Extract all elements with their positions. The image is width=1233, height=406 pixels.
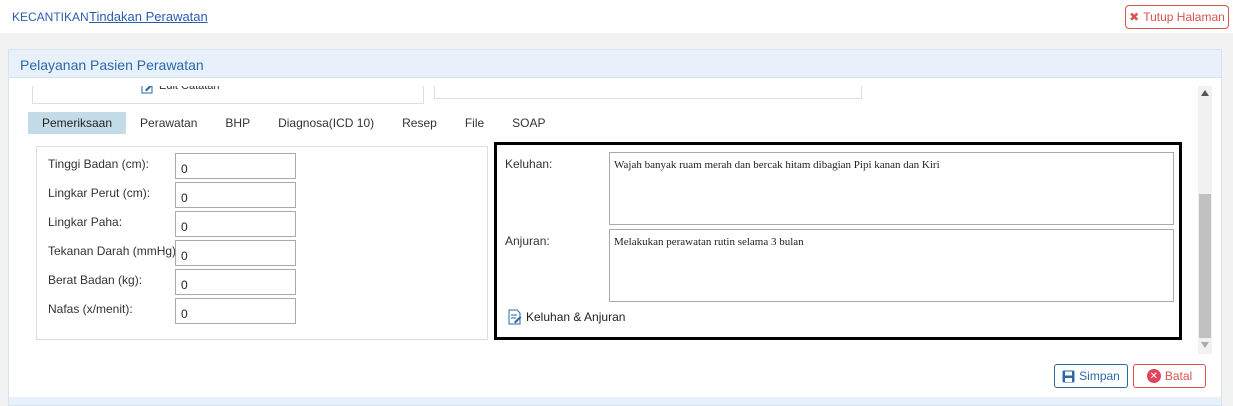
vertical-scrollbar[interactable] [1198, 86, 1212, 354]
edit-notes-label: Edit Catatan [159, 86, 220, 92]
waist-input[interactable]: 0 [175, 182, 296, 208]
cancel-icon: ✕ [1146, 369, 1161, 383]
tab-pemeriksaan[interactable]: Pemeriksaan [28, 112, 127, 134]
complaint-advice-button[interactable]: Keluhan & Anjuran [507, 309, 625, 325]
blood-pressure-label: Tekanan Darah (mmHg): [48, 244, 180, 258]
vital-row-breath: Nafas (x/menit): 0 [48, 298, 488, 324]
exam-tabs: Pemeriksaan Perawatan BHP Diagnosa(ICD 1… [28, 112, 560, 134]
scroll-area[interactable]: Edit Catatan Pemeriksaan Perawatan BHP D… [16, 86, 1198, 354]
vital-row-weight: Berat Badan (kg): 0 [48, 269, 488, 295]
thigh-label: Lingkar Paha: [48, 215, 123, 229]
blood-pressure-input[interactable]: 0 [175, 240, 296, 266]
edit-icon [141, 86, 153, 94]
breadcrumb-root[interactable]: KECANTIKAN [12, 10, 89, 24]
close-page-button[interactable]: ✖ Tutup Halaman [1125, 5, 1229, 29]
scrollbar-thumb[interactable] [1199, 194, 1211, 338]
floppy-disk-icon [1062, 370, 1075, 382]
tab-resep[interactable]: Resep [388, 112, 451, 134]
weight-input[interactable]: 0 [175, 269, 296, 295]
waist-label: Lingkar Perut (cm): [48, 186, 151, 200]
scroll-down-icon[interactable] [1201, 342, 1209, 348]
panel-header: Pelayanan Pasien Perawatan [9, 50, 1221, 78]
cancel-label: Batal [1164, 369, 1193, 383]
breath-input[interactable]: 0 [175, 298, 296, 324]
height-label: Tinggi Badan (cm): [48, 157, 149, 171]
save-button[interactable]: Simpan [1054, 364, 1128, 388]
edit-notes-link[interactable]: Edit Catatan [141, 86, 220, 94]
height-input[interactable]: 0 [175, 153, 296, 179]
vital-row-height: Tinggi Badan (cm): 0 [48, 153, 488, 179]
previous-text-box [434, 86, 862, 99]
vitals-form: Tinggi Badan (cm): 0 Lingkar Perut (cm):… [36, 146, 488, 340]
top-bar: KECANTIKAN Tindakan Perawatan ✖ Tutup Ha… [0, 0, 1233, 33]
complaint-label: Keluhan: [505, 157, 553, 171]
edit-document-icon [508, 309, 522, 325]
breath-label: Nafas (x/menit): [48, 302, 133, 316]
breadcrumb-current[interactable]: Tindakan Perawatan [89, 9, 208, 24]
cancel-button[interactable]: ✕ Batal [1133, 364, 1206, 388]
tab-diagnosa[interactable]: Diagnosa(ICD 10) [264, 112, 388, 134]
advice-textarea[interactable]: Melakukan perawatan rutin selama 3 bulan [609, 229, 1174, 302]
vital-row-blood-pressure: Tekanan Darah (mmHg): 0 [48, 240, 488, 266]
vital-row-waist: Lingkar Perut (cm): 0 [48, 182, 488, 208]
tab-bhp[interactable]: BHP [211, 112, 264, 134]
close-icon: ✖ [1129, 10, 1140, 24]
close-page-label: Tutup Halaman [1143, 10, 1225, 24]
tab-perawatan[interactable]: Perawatan [126, 112, 211, 134]
previous-notes-box: Edit Catatan [32, 86, 424, 104]
complaint-advice-box: Keluhan: Wajah banyak ruam merah dan ber… [494, 142, 1182, 340]
weight-label: Berat Badan (kg): [48, 273, 143, 287]
thigh-input[interactable]: 0 [175, 211, 296, 237]
complaint-advice-label: Keluhan & Anjuran [526, 310, 626, 324]
tab-soap[interactable]: SOAP [498, 112, 559, 134]
advice-label: Anjuran: [505, 234, 550, 248]
scroll-up-icon[interactable] [1201, 90, 1209, 96]
tab-file[interactable]: File [451, 112, 498, 134]
panel-title: Pelayanan Pasien Perawatan [20, 57, 204, 73]
save-label: Simpan [1079, 369, 1120, 383]
complaint-textarea[interactable]: Wajah banyak ruam merah dan bercak hitam… [609, 152, 1174, 225]
vital-row-thigh: Lingkar Paha: 0 [48, 211, 488, 237]
panel-footer-strip [9, 397, 1221, 405]
